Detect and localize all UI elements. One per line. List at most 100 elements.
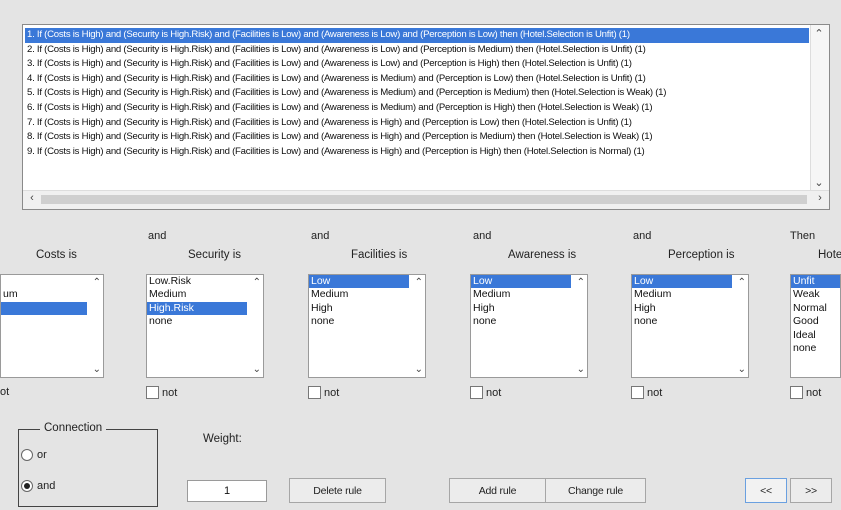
facilities-option[interactable]: High (309, 302, 425, 315)
hotel-not-label: not (806, 386, 822, 399)
security-option[interactable]: Medium (147, 288, 263, 301)
security-not-row[interactable]: not (146, 386, 177, 399)
security-and-label: and (148, 230, 167, 242)
or-radio[interactable] (21, 449, 33, 461)
rules-horizontal-scrollbar[interactable]: ‹ › (23, 190, 829, 209)
awareness-option[interactable]: none (471, 315, 587, 328)
costs-listbox[interactable]: um ⌃ ⌄ (0, 274, 104, 378)
horizontal-scroll-thumb[interactable] (41, 195, 807, 204)
awareness-and-label: and (473, 230, 492, 242)
facilities-and-label: and (311, 230, 330, 242)
connection-group (18, 429, 158, 507)
scroll-up-icon[interactable]: ⌃ (577, 277, 585, 288)
connection-or-option[interactable]: or (21, 449, 47, 461)
rule-item[interactable]: 7. If (Costs is High) and (Security is H… (25, 116, 809, 131)
perception-not-checkbox[interactable] (631, 386, 644, 399)
delete-rule-button[interactable]: Delete rule (289, 478, 386, 503)
facilities-listbox[interactable]: Low Medium High none ⌃ ⌄ (308, 274, 426, 378)
next-rule-button[interactable]: >> (790, 478, 832, 503)
scroll-down-icon[interactable]: ⌄ (811, 176, 827, 189)
scroll-up-icon[interactable]: ⌃ (811, 27, 827, 40)
rule-item[interactable]: 8. If (Costs is High) and (Security is H… (25, 130, 809, 145)
perception-option[interactable]: Low (632, 275, 748, 289)
facilities-not-label: not (324, 386, 340, 399)
awareness-title: Awareness is (508, 249, 577, 261)
perception-listbox[interactable]: Low Medium High none ⌃ ⌄ (631, 274, 749, 378)
awareness-listbox-scrollbar[interactable]: ⌃ ⌄ (571, 275, 587, 377)
hotel-option[interactable]: Weak (791, 288, 840, 301)
facilities-title: Facilities is (351, 249, 408, 261)
hotel-selection-listbox[interactable]: Unfit Weak Normal Good Ideal none (790, 274, 841, 378)
rule-item[interactable]: 3. If (Costs is High) and (Security is H… (25, 57, 809, 72)
security-not-checkbox[interactable] (146, 386, 159, 399)
security-listbox-scrollbar[interactable]: ⌃ ⌄ (247, 275, 263, 377)
rule-item[interactable]: 1. If (Costs is High) and (Security is H… (25, 28, 809, 43)
awareness-not-row[interactable]: not (470, 386, 501, 399)
facilities-option[interactable]: Medium (309, 288, 425, 301)
perception-and-label: and (633, 230, 652, 242)
perception-option[interactable]: High (632, 302, 748, 315)
scroll-up-icon[interactable]: ⌃ (93, 277, 101, 288)
security-listbox[interactable]: Low.Risk Medium High.Risk none ⌃ ⌄ (146, 274, 264, 378)
perception-title: Perception is (668, 249, 735, 261)
scroll-up-icon[interactable]: ⌃ (738, 277, 746, 288)
scroll-down-icon[interactable]: ⌄ (738, 364, 746, 375)
awareness-not-label: not (486, 386, 502, 399)
rule-item[interactable]: 9. If (Costs is High) and (Security is H… (25, 145, 809, 160)
scroll-left-icon[interactable]: ‹ (24, 192, 40, 204)
hotel-option[interactable]: Normal (791, 302, 840, 315)
security-not-label: not (162, 386, 178, 399)
add-rule-button[interactable]: Add rule (449, 478, 546, 503)
hotel-not-checkbox[interactable] (790, 386, 803, 399)
hotel-option[interactable]: Ideal (791, 329, 840, 342)
scroll-down-icon[interactable]: ⌄ (577, 364, 585, 375)
awareness-listbox[interactable]: Low Medium High none ⌃ ⌄ (470, 274, 588, 378)
costs-title: Costs is (36, 249, 77, 261)
perception-listbox-scrollbar[interactable]: ⌃ ⌄ (732, 275, 748, 377)
hotel-option[interactable]: Good (791, 315, 840, 328)
hotel-then-label: Then (790, 230, 816, 242)
scroll-down-icon[interactable]: ⌄ (253, 364, 261, 375)
scroll-up-icon[interactable]: ⌃ (415, 277, 423, 288)
security-option[interactable]: Low.Risk (147, 275, 263, 288)
weight-input[interactable]: 1 (187, 480, 267, 502)
awareness-option[interactable]: Medium (471, 288, 587, 301)
costs-not-row: ot (0, 386, 9, 398)
facilities-not-row[interactable]: not (308, 386, 339, 399)
perception-option[interactable]: none (632, 315, 748, 328)
perception-not-row[interactable]: not (631, 386, 662, 399)
and-label: and (37, 480, 56, 492)
connection-and-option[interactable]: and (21, 480, 55, 492)
hotel-option[interactable]: none (791, 342, 840, 355)
security-option[interactable]: High.Risk (147, 301, 263, 316)
awareness-not-checkbox[interactable] (470, 386, 483, 399)
scroll-down-icon[interactable]: ⌄ (415, 364, 423, 375)
facilities-listbox-scrollbar[interactable]: ⌃ ⌄ (409, 275, 425, 377)
rules-list[interactable]: 1. If (Costs is High) and (Security is H… (25, 28, 809, 159)
hotel-title: Hote (818, 249, 841, 261)
perception-option[interactable]: Medium (632, 288, 748, 301)
facilities-not-checkbox[interactable] (308, 386, 321, 399)
scroll-down-icon[interactable]: ⌄ (93, 364, 101, 375)
weight-label: Weight: (203, 433, 242, 445)
security-option[interactable]: none (147, 315, 263, 328)
hotel-not-row[interactable]: not (790, 386, 821, 399)
rules-list-panel[interactable]: 1. If (Costs is High) and (Security is H… (22, 24, 830, 210)
previous-rule-button[interactable]: << (745, 478, 787, 503)
awareness-option[interactable]: Low (471, 275, 587, 289)
rule-item[interactable]: 6. If (Costs is High) and (Security is H… (25, 101, 809, 116)
facilities-option[interactable]: none (309, 315, 425, 328)
costs-listbox-scrollbar[interactable]: ⌃ ⌄ (87, 275, 103, 377)
rules-vertical-scrollbar[interactable]: ⌃ ⌄ (810, 25, 829, 191)
rule-item[interactable]: 5. If (Costs is High) and (Security is H… (25, 86, 809, 101)
security-title: Security is (188, 249, 242, 261)
scroll-up-icon[interactable]: ⌃ (253, 277, 261, 288)
scroll-right-icon[interactable]: › (812, 192, 828, 204)
rule-item[interactable]: 2. If (Costs is High) and (Security is H… (25, 43, 809, 58)
facilities-option[interactable]: Low (309, 275, 425, 289)
and-radio[interactable] (21, 480, 33, 492)
rule-item[interactable]: 4. If (Costs is High) and (Security is H… (25, 72, 809, 87)
change-rule-button[interactable]: Change rule (545, 478, 646, 503)
hotel-option[interactable]: Unfit (791, 275, 840, 289)
awareness-option[interactable]: High (471, 302, 587, 315)
